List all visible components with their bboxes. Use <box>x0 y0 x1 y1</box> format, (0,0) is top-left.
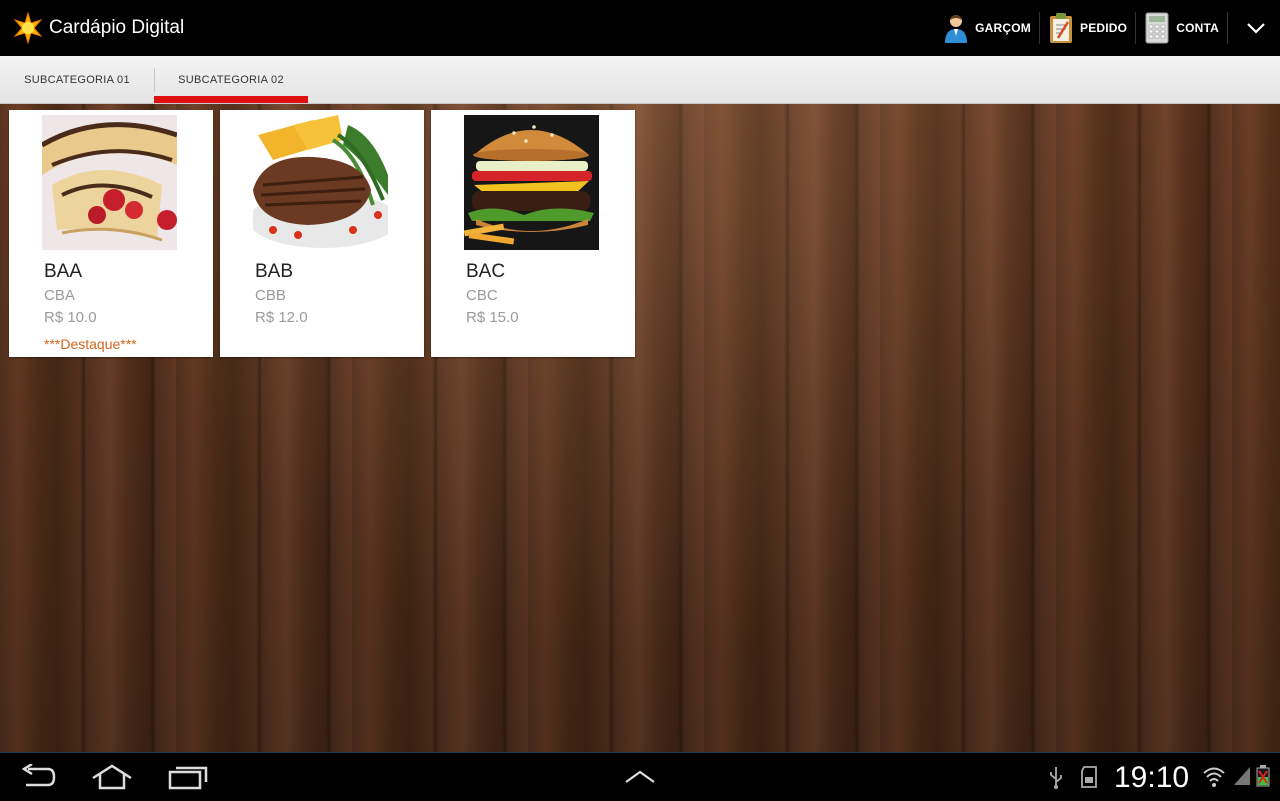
recent-apps-button[interactable] <box>164 761 212 793</box>
waiter-label: GARÇOM <box>975 21 1031 35</box>
product-description: CBA <box>44 287 75 304</box>
wifi-icon <box>1203 767 1225 787</box>
signal-icon <box>1234 767 1250 785</box>
app-title: Cardápio Digital <box>49 17 185 38</box>
recent-apps-icon <box>168 766 208 790</box>
product-card[interactable]: BAC CBC R$ 15.0 <box>431 110 635 357</box>
tab-bar: SUBCATEGORIA 01 SUBCATEGORIA 02 <box>0 56 1280 104</box>
action-divider <box>1227 12 1228 44</box>
product-price: R$ 15.0 <box>466 309 519 326</box>
bill-button[interactable]: CONTA <box>1136 0 1227 56</box>
action-bar: Cardápio Digital GARÇOM PEDIDO CONTA <box>0 0 1280 56</box>
back-button[interactable] <box>14 761 62 793</box>
product-name: BAA <box>44 261 83 282</box>
usb-icon <box>1050 767 1062 789</box>
waiter-icon <box>943 12 969 44</box>
product-price: R$ 10.0 <box>44 309 97 326</box>
burger-photo <box>464 115 599 250</box>
product-name: BAC <box>466 261 506 282</box>
waiter-button[interactable]: GARÇOM <box>935 0 1039 56</box>
sd-card-icon <box>1081 766 1097 788</box>
menu-up-button[interactable] <box>616 761 664 793</box>
clock: 19:10 <box>1114 761 1190 794</box>
tab-selected-indicator <box>154 96 308 103</box>
bill-label: CONTA <box>1176 21 1219 35</box>
system-bar: 19:10 <box>0 752 1280 801</box>
product-name: BAB <box>255 261 294 282</box>
back-icon <box>21 764 56 787</box>
chevron-up-icon <box>625 770 655 783</box>
battery-icon <box>1256 765 1270 787</box>
order-label: PEDIDO <box>1080 21 1128 35</box>
calculator-icon <box>1144 12 1170 44</box>
app-logo-icon <box>13 12 43 44</box>
clipboard-icon <box>1048 12 1074 44</box>
product-card[interactable]: BAA CBA R$ 10.0 ***Destaque*** <box>9 110 213 357</box>
chevron-down-icon <box>1247 23 1265 34</box>
tab-subcategoria-01[interactable]: SUBCATEGORIA 01 <box>0 56 154 103</box>
highlight-badge: ***Destaque*** <box>44 336 137 352</box>
product-description: CBB <box>255 287 286 304</box>
action-buttons: GARÇOM PEDIDO CONTA <box>935 0 1280 56</box>
product-price: R$ 12.0 <box>255 309 308 326</box>
product-card[interactable]: BAB CBB R$ 12.0 <box>220 110 424 357</box>
order-button[interactable]: PEDIDO <box>1040 0 1135 56</box>
home-button[interactable] <box>88 761 136 793</box>
steak-photo <box>253 115 388 250</box>
crepe-photo <box>42 115 177 250</box>
home-icon <box>92 764 132 790</box>
product-description: CBC <box>466 287 498 304</box>
overflow-menu-button[interactable] <box>1232 0 1280 56</box>
